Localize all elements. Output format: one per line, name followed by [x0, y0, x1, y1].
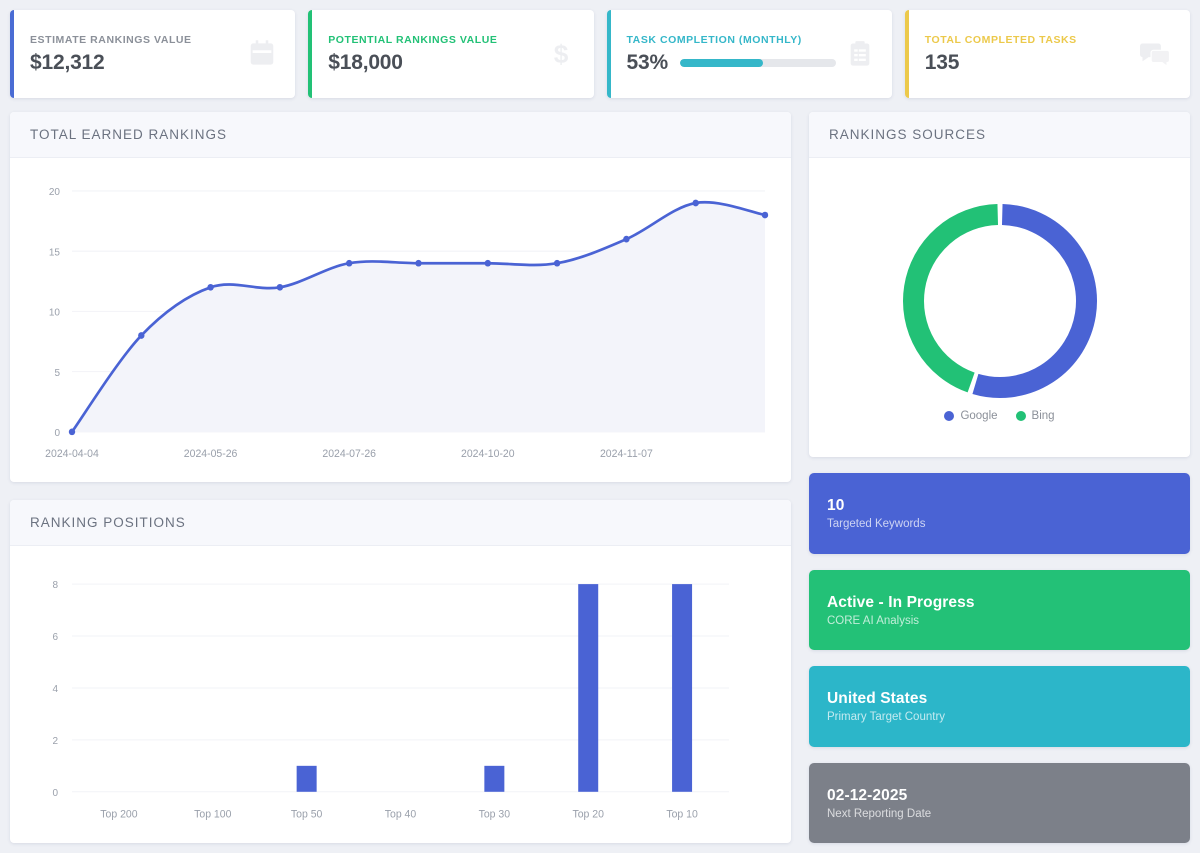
tile-label: Next Reporting Date: [827, 807, 932, 820]
calendar-icon: [247, 39, 277, 69]
legend-label: Google: [960, 409, 998, 422]
svg-text:Top 40: Top 40: [385, 808, 417, 820]
svg-text:Top 30: Top 30: [479, 808, 511, 820]
tile-next-reporting-date[interactable]: 02-12-2025 Next Reporting Date: [809, 762, 1190, 843]
donut-legend: Google Bing: [944, 409, 1055, 422]
svg-text:8: 8: [52, 580, 58, 591]
ranking-positions-bar-chart[interactable]: 0 2 4 6 8 Top 200 Top 100 Top 50 Top 40 Top 30 Top…: [10, 546, 791, 843]
left-column: TOTAL EARNED RANKINGS 0 5 10 15 20 2024-04-04…: [10, 112, 791, 843]
svg-text:2024-10-20: 2024-10-20: [461, 448, 515, 460]
panel-header: TOTAL EARNED RANKINGS: [10, 112, 791, 158]
task-completion-progress-bar: [679, 58, 836, 67]
panel-header: RANKINGS SOURCES: [809, 112, 1190, 158]
panel-title: TOTAL EARNED RANKINGS: [30, 127, 228, 142]
svg-text:0: 0: [54, 428, 60, 439]
stat-card-total-completed-tasks[interactable]: TOTAL COMPLETED TASKS 135: [904, 10, 1190, 98]
legend-label: Bing: [1031, 409, 1055, 422]
svg-text:20: 20: [49, 187, 60, 198]
panel-total-earned-rankings: TOTAL EARNED RANKINGS 0 5 10 15 20 2024-04-04…: [10, 112, 791, 482]
legend-item-google[interactable]: Google: [944, 409, 998, 422]
svg-text:2024-07-26: 2024-07-26: [322, 448, 376, 460]
svg-text:Top 50: Top 50: [291, 808, 323, 820]
total-earned-rankings-line-chart[interactable]: 0 5 10 15 20 2024-04-04 2024-05-26 2024-07-26 20…: [10, 158, 791, 482]
tile-value: 10: [827, 497, 845, 515]
svg-text:4: 4: [52, 684, 58, 695]
stats-row: ESTIMATE RANKINGS VALUE $12,312 POTENTIA…: [10, 10, 1190, 98]
stat-card-task-completion[interactable]: TASK COMPLETION (MONTHLY) 53%: [606, 10, 892, 98]
stat-label: TOTAL COMPLETED TASKS: [924, 33, 1077, 46]
comments-icon: [1140, 39, 1172, 69]
svg-text:$: $: [553, 39, 568, 69]
accent-stripe: [10, 10, 14, 98]
svg-text:2024-04-04: 2024-04-04: [45, 448, 99, 460]
dollar-icon: $: [546, 39, 576, 69]
donut-chart-body: Google Bing: [809, 158, 1190, 457]
legend-item-bing[interactable]: Bing: [1015, 409, 1055, 422]
stat-value: 53%: [626, 50, 669, 74]
svg-text:Top 10: Top 10: [666, 808, 698, 820]
accent-stripe: [308, 10, 313, 98]
accent-stripe: [904, 10, 909, 98]
svg-text:15: 15: [49, 247, 60, 258]
svg-text:2: 2: [52, 736, 58, 747]
tile-value: 02-12-2025: [827, 786, 908, 804]
stat-label: TASK COMPLETION (MONTHLY): [626, 33, 802, 46]
svg-text:2024-11-07: 2024-11-07: [600, 448, 653, 460]
svg-text:10: 10: [49, 307, 60, 318]
bar-chart-body: 0 2 4 6 8 Top 200 Top 100 Top 50 Top 40 Top 30 Top…: [10, 546, 791, 843]
main-grid: TOTAL EARNED RANKINGS 0 5 10 15 20 2024-04-04…: [10, 112, 1190, 843]
panel-header: RANKING POSITIONS: [10, 500, 791, 546]
line-chart-body: 0 5 10 15 20 2024-04-04 2024-05-26 2024-07-26 20…: [10, 158, 791, 482]
tile-label: CORE AI Analysis: [827, 614, 920, 627]
svg-text:Top 200: Top 200: [100, 808, 137, 820]
tile-targeted-keywords[interactable]: 10 Targeted Keywords: [809, 473, 1190, 554]
dashboard-page: ESTIMATE RANKINGS VALUE $12,312 POTENTIA…: [0, 0, 1200, 853]
panel-title: RANKING POSITIONS: [30, 515, 186, 530]
legend-dot-bing: [1015, 410, 1026, 421]
stat-label: POTENTIAL RANKINGS VALUE: [328, 33, 498, 46]
legend-dot-google: [944, 410, 955, 421]
tile-value: United States: [827, 690, 928, 708]
panel-rankings-sources: RANKINGS SOURCES Google Bing: [809, 112, 1190, 457]
progress-fill: [679, 58, 763, 67]
svg-text:5: 5: [54, 368, 60, 379]
tile-primary-target-country[interactable]: United States Primary Target Country: [809, 666, 1190, 747]
info-tiles: 10 Targeted Keywords Active - In Progres…: [809, 473, 1190, 843]
stat-value: 135: [924, 50, 960, 74]
stat-value: $12,312: [30, 50, 105, 74]
svg-text:2024-05-26: 2024-05-26: [184, 448, 238, 460]
stat-card-potential-rankings-value[interactable]: POTENTIAL RANKINGS VALUE $18,000 $: [308, 10, 594, 98]
svg-text:Top 20: Top 20: [572, 808, 604, 820]
accent-stripe: [606, 10, 611, 98]
svg-text:0: 0: [52, 788, 58, 799]
svg-text:6: 6: [52, 632, 58, 643]
rankings-sources-donut-chart[interactable]: [897, 198, 1103, 404]
stat-value: $18,000: [328, 50, 403, 74]
stat-label: ESTIMATE RANKINGS VALUE: [30, 33, 192, 46]
tile-project-status[interactable]: Active - In Progress CORE AI Analysis: [809, 569, 1190, 650]
svg-text:Top 100: Top 100: [194, 808, 231, 820]
clipboard-icon: [846, 40, 874, 68]
right-column: RANKINGS SOURCES Google Bing 10 Targeted…: [809, 112, 1190, 843]
tile-label: Primary Target Country: [827, 711, 946, 724]
tile-label: Targeted Keywords: [827, 518, 926, 531]
stat-card-estimate-rankings-value[interactable]: ESTIMATE RANKINGS VALUE $12,312: [10, 10, 296, 98]
panel-ranking-positions: RANKING POSITIONS 0 2 4 6 8 Top 200 Top 100 Top…: [10, 500, 791, 843]
tile-value: Active - In Progress: [827, 593, 975, 611]
panel-title: RANKINGS SOURCES: [829, 127, 987, 142]
